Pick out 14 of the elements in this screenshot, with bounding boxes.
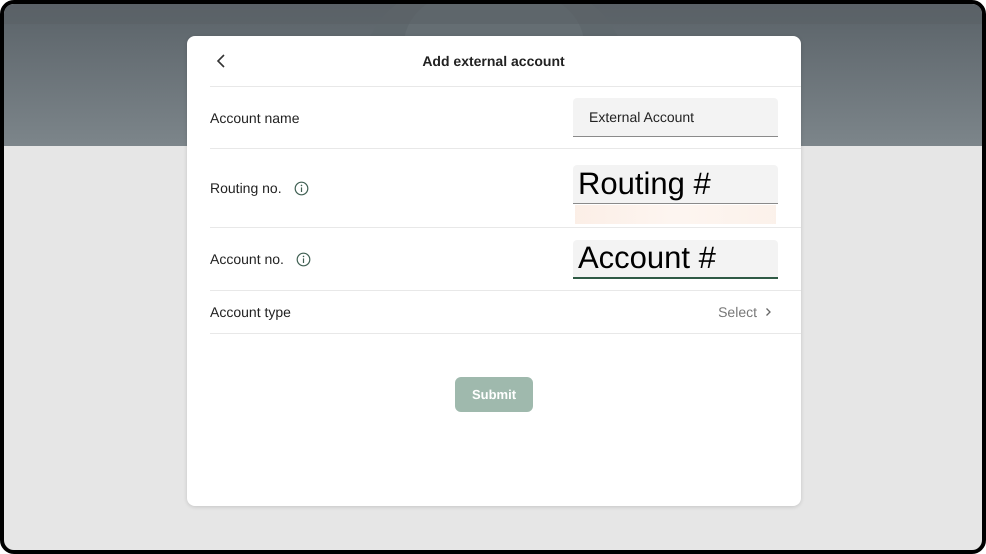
info-icon[interactable] bbox=[294, 180, 309, 196]
chevron-icon bbox=[765, 307, 772, 317]
field-label: Account name bbox=[210, 110, 300, 126]
back-button[interactable] bbox=[216, 53, 226, 69]
back-icon bbox=[216, 53, 226, 69]
input-field[interactable]: Account # bbox=[573, 240, 778, 278]
input-field[interactable]: External Account bbox=[573, 98, 778, 137]
field-label: Account no. bbox=[210, 251, 284, 267]
input-field[interactable]: Routing # bbox=[573, 164, 778, 204]
field-label: Routing no. bbox=[210, 180, 282, 196]
info-icon[interactable] bbox=[296, 252, 311, 266]
select-dropdown[interactable]: Select bbox=[718, 304, 778, 320]
field-label: Account type bbox=[210, 304, 291, 320]
dialog-title: Add external account bbox=[422, 53, 565, 69]
